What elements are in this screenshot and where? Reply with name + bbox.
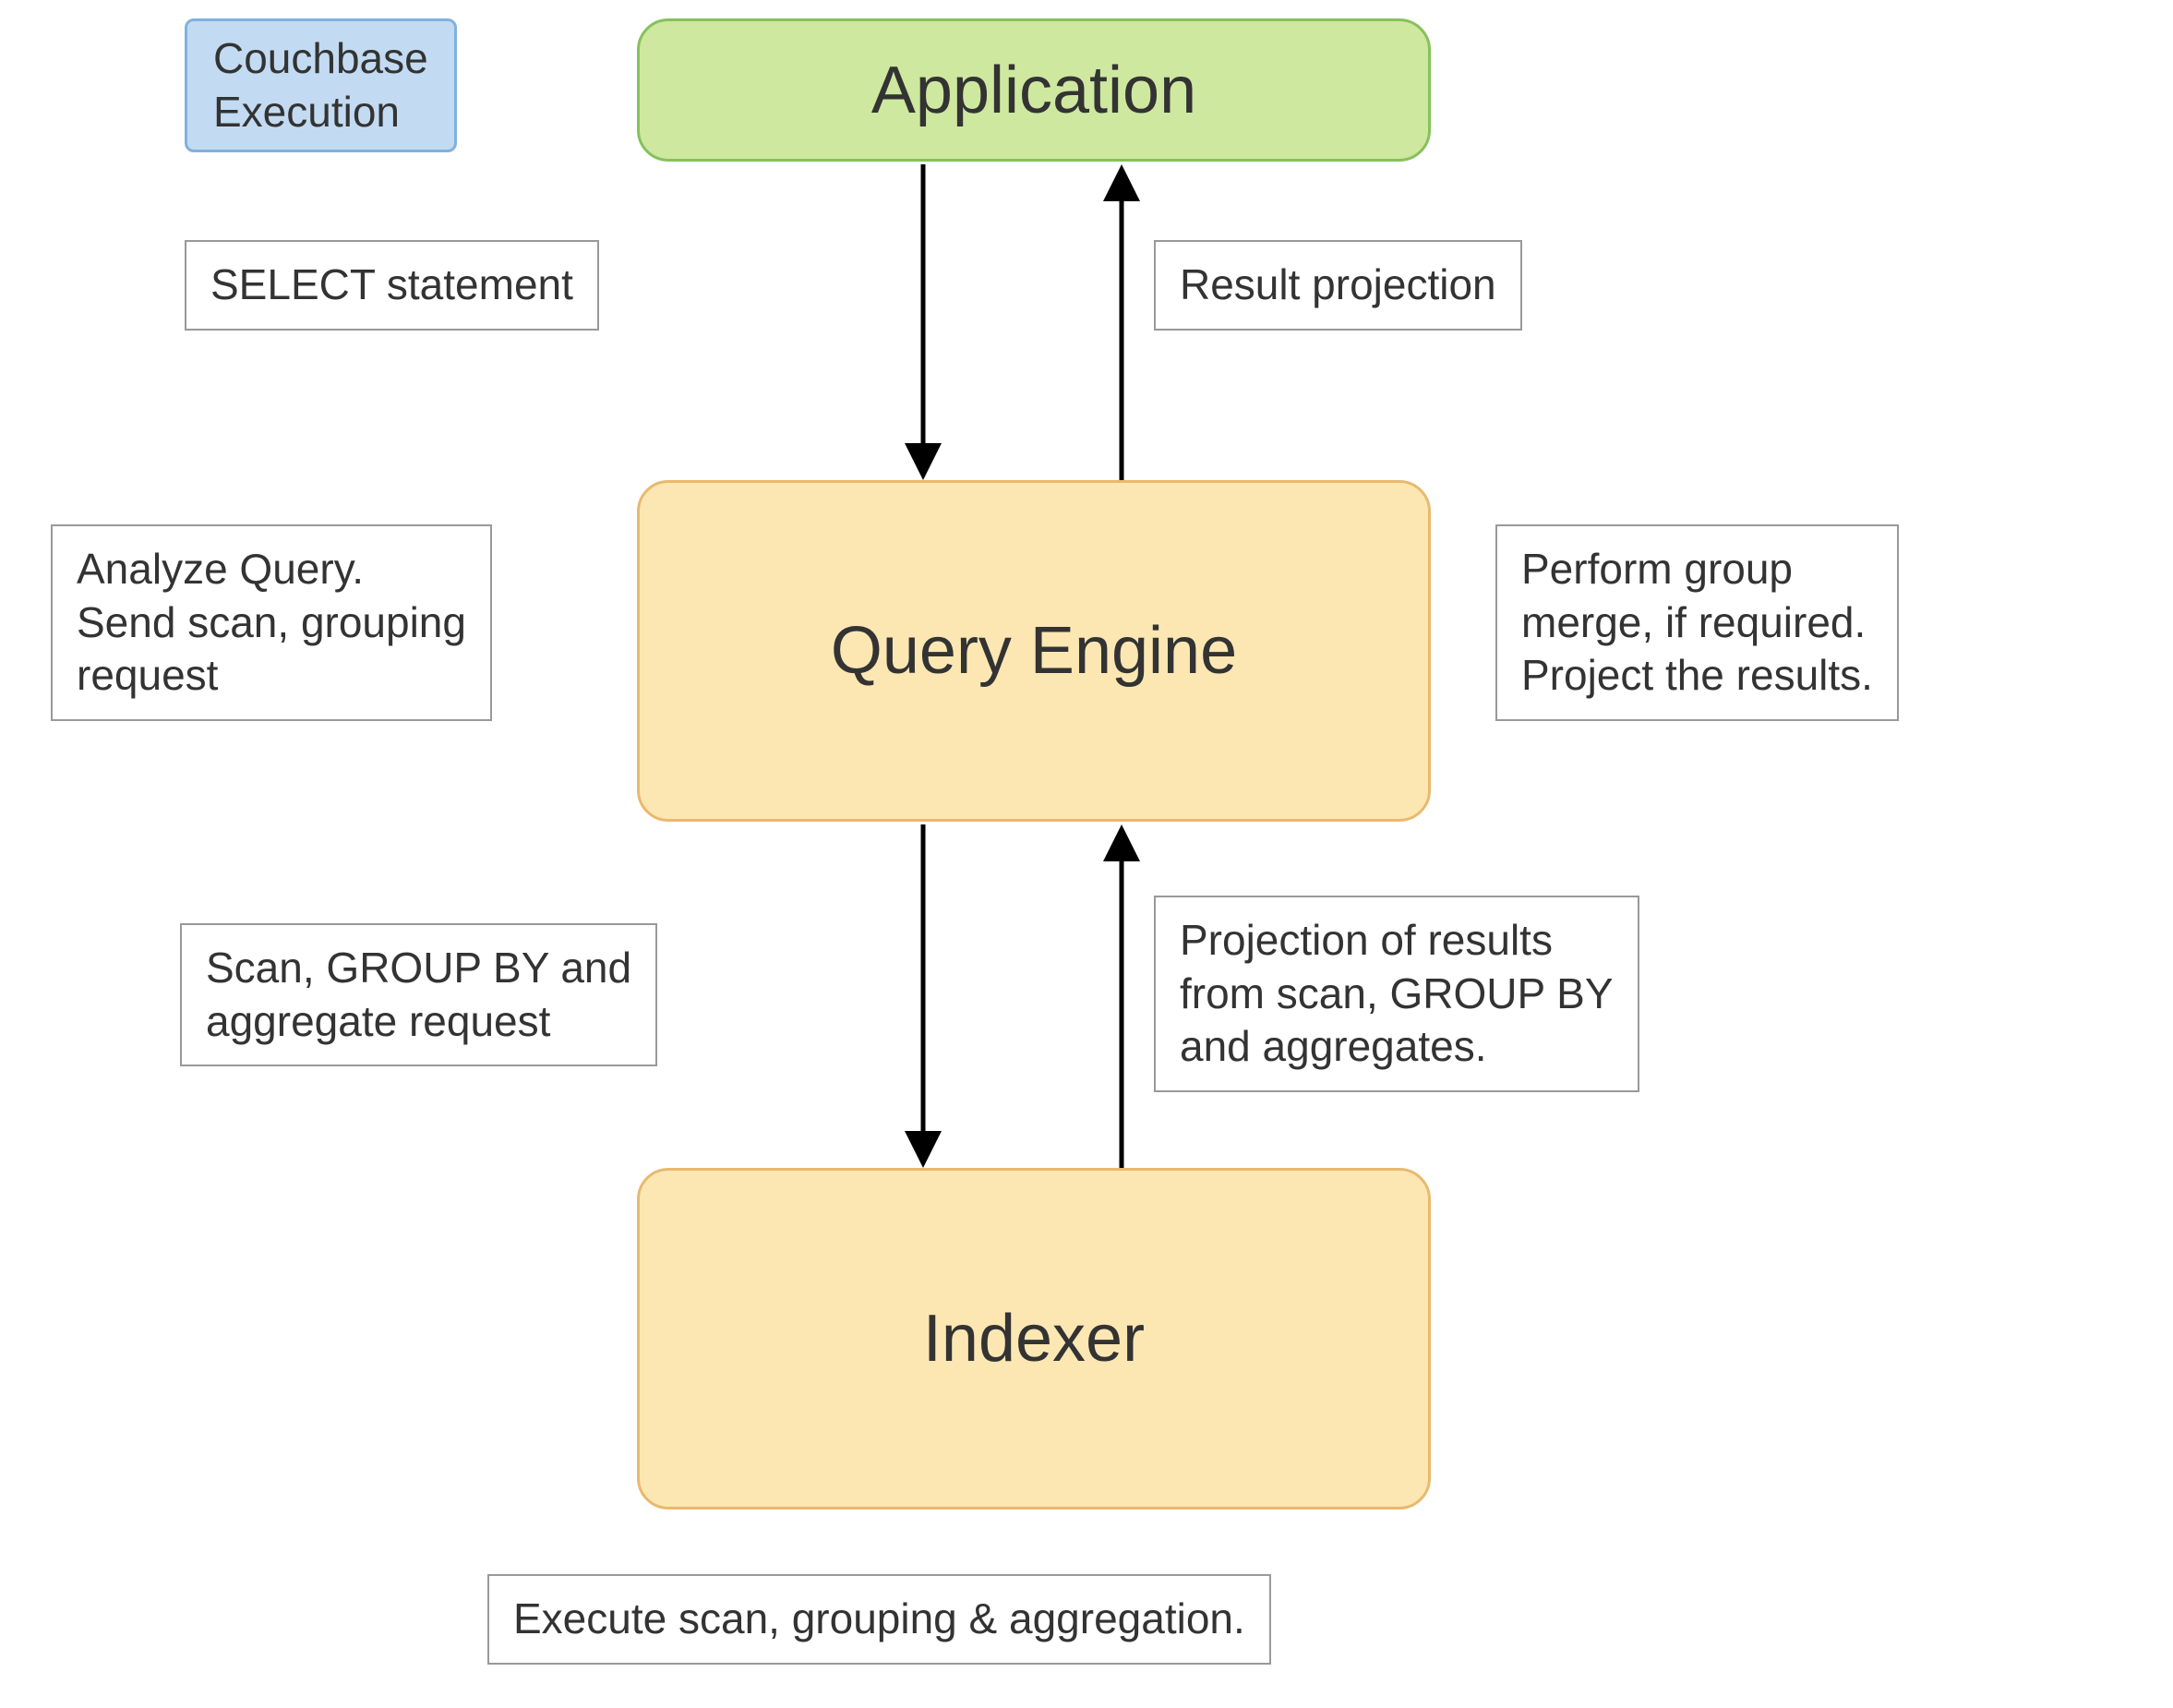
legend-couchbase-execution: Couchbase Execution <box>185 18 457 152</box>
node-application-label: Application <box>871 53 1196 128</box>
node-indexer: Indexer <box>637 1168 1431 1510</box>
label-projection-of-results: Projection of results from scan, GROUP B… <box>1154 896 1639 1092</box>
node-application: Application <box>637 18 1431 162</box>
label-analyze-query: Analyze Query. Send scan, grouping reque… <box>51 524 492 721</box>
diagram-canvas: Couchbase Execution Application Query En… <box>0 0 2173 1708</box>
label-select-statement: SELECT statement <box>185 240 599 331</box>
label-result-projection: Result projection <box>1154 240 1522 331</box>
label-scan-groupby-aggregate-request: Scan, GROUP BY and aggregate request <box>180 923 657 1066</box>
node-indexer-label: Indexer <box>923 1301 1145 1377</box>
node-query-engine: Query Engine <box>637 480 1431 822</box>
node-query-engine-label: Query Engine <box>831 613 1237 689</box>
label-perform-group-merge: Perform group merge, if required. Projec… <box>1495 524 1899 721</box>
label-execute-scan-grouping-aggregation: Execute scan, grouping & aggregation. <box>487 1574 1271 1665</box>
